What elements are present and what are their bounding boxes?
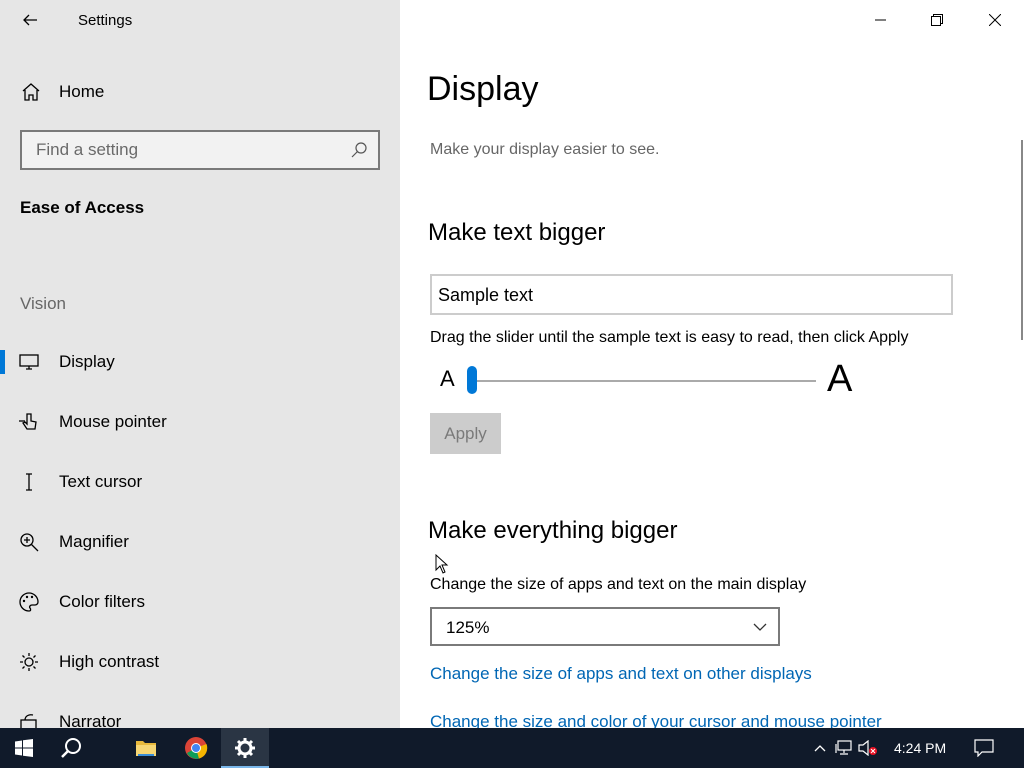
slider-instruction: Drag the slider until the sample text is… — [430, 329, 909, 346]
chrome-button[interactable] — [172, 728, 220, 768]
sidebar-item-high-contrast[interactable]: High contrast — [0, 640, 400, 684]
scale-dropdown-value: 125% — [446, 618, 490, 637]
sidebar: Settings Home Ease of Access Vision Disp… — [0, 0, 400, 728]
settings-icon — [235, 738, 255, 758]
start-button[interactable] — [0, 728, 48, 768]
page-title: Display — [427, 70, 539, 108]
file-explorer-icon — [136, 741, 156, 756]
page-subtitle: Make your display easier to see. — [430, 141, 660, 158]
color-filters-icon — [19, 592, 39, 612]
sidebar-item-label: Home — [59, 82, 105, 101]
show-hidden-icons-button[interactable] — [810, 738, 830, 758]
app-title: Settings — [78, 12, 133, 29]
sidebar-item-label: Narrator — [59, 712, 122, 728]
minimize-button[interactable] — [858, 0, 904, 40]
sidebar-item-label: Mouse pointer — [59, 412, 167, 431]
minimize-icon — [875, 19, 886, 21]
sidebar-item-display[interactable]: Display — [0, 340, 400, 384]
group-label: Vision — [20, 294, 66, 313]
taskbar: 4:24 PM — [0, 728, 1024, 768]
sidebar-item-mouse-pointer[interactable]: Mouse pointer — [0, 400, 400, 444]
settings-taskbar-button[interactable] — [221, 728, 269, 768]
volume-tray-button[interactable] — [858, 738, 878, 758]
sidebar-item-label: High contrast — [59, 652, 160, 671]
sidebar-item-label: Display — [59, 352, 115, 371]
text-size-slider[interactable] — [470, 380, 816, 382]
text-cursor-icon — [26, 473, 32, 491]
apply-button[interactable]: Apply — [430, 413, 501, 454]
monitor-icon — [19, 354, 39, 370]
text-size-slider-thumb[interactable] — [467, 366, 477, 394]
close-icon — [989, 14, 1001, 26]
high-contrast-icon — [20, 653, 38, 671]
chevron-down-icon — [753, 623, 767, 631]
search-icon[interactable] — [350, 141, 368, 159]
home-icon — [22, 83, 40, 101]
slider-min-label: A — [440, 366, 455, 391]
chevron-up-icon — [814, 745, 826, 752]
link-cursor-settings[interactable]: Change the size and color of your cursor… — [430, 712, 882, 728]
sidebar-item-home[interactable]: Home — [0, 74, 400, 110]
search-input[interactable] — [22, 132, 342, 168]
sidebar-item-color-filters[interactable]: Color filters — [0, 580, 400, 624]
mouse-pointer-icon — [19, 413, 37, 430]
sample-text-box: Sample text — [430, 274, 953, 315]
scale-dropdown[interactable]: 125% — [430, 607, 780, 646]
taskbar-clock[interactable]: 4:24 PM — [894, 740, 946, 756]
file-explorer-button[interactable] — [122, 728, 170, 768]
slider-max-label: A — [827, 358, 853, 400]
action-center-button[interactable] — [974, 738, 994, 758]
restore-button[interactable] — [914, 0, 960, 40]
back-button[interactable] — [14, 6, 46, 34]
restore-icon — [931, 14, 943, 26]
search-icon — [61, 738, 81, 758]
sidebar-item-narrator[interactable]: Narrator — [0, 700, 400, 728]
main-content: Display Make your display easier to see.… — [400, 0, 1024, 728]
sidebar-item-label: Color filters — [59, 592, 145, 611]
link-other-displays[interactable]: Change the size of apps and text on othe… — [430, 664, 812, 684]
scale-label: Change the size of apps and text on the … — [430, 576, 807, 593]
sidebar-item-label: Text cursor — [59, 472, 143, 491]
network-tray-button[interactable] — [834, 738, 854, 758]
start-icon — [15, 739, 33, 757]
network-icon — [835, 740, 852, 755]
section-title: Ease of Access — [20, 198, 145, 217]
mouse-cursor-icon — [435, 554, 449, 574]
make-everything-bigger-heading: Make everything bigger — [428, 517, 678, 544]
sidebar-item-magnifier[interactable]: Magnifier — [0, 520, 400, 564]
sidebar-item-text-cursor[interactable]: Text cursor — [0, 460, 400, 504]
sidebar-item-label: Magnifier — [59, 532, 129, 551]
volume-muted-icon — [858, 740, 877, 756]
narrator-icon — [20, 714, 37, 728]
chrome-icon — [185, 737, 208, 759]
back-arrow-icon — [23, 14, 37, 26]
notification-icon — [974, 739, 994, 757]
make-text-bigger-heading: Make text bigger — [428, 219, 606, 246]
scrollbar[interactable] — [1021, 140, 1023, 340]
close-button[interactable] — [972, 0, 1018, 40]
search-box — [20, 130, 380, 170]
taskbar-search-button[interactable] — [48, 728, 96, 768]
magnifier-icon — [20, 533, 39, 552]
